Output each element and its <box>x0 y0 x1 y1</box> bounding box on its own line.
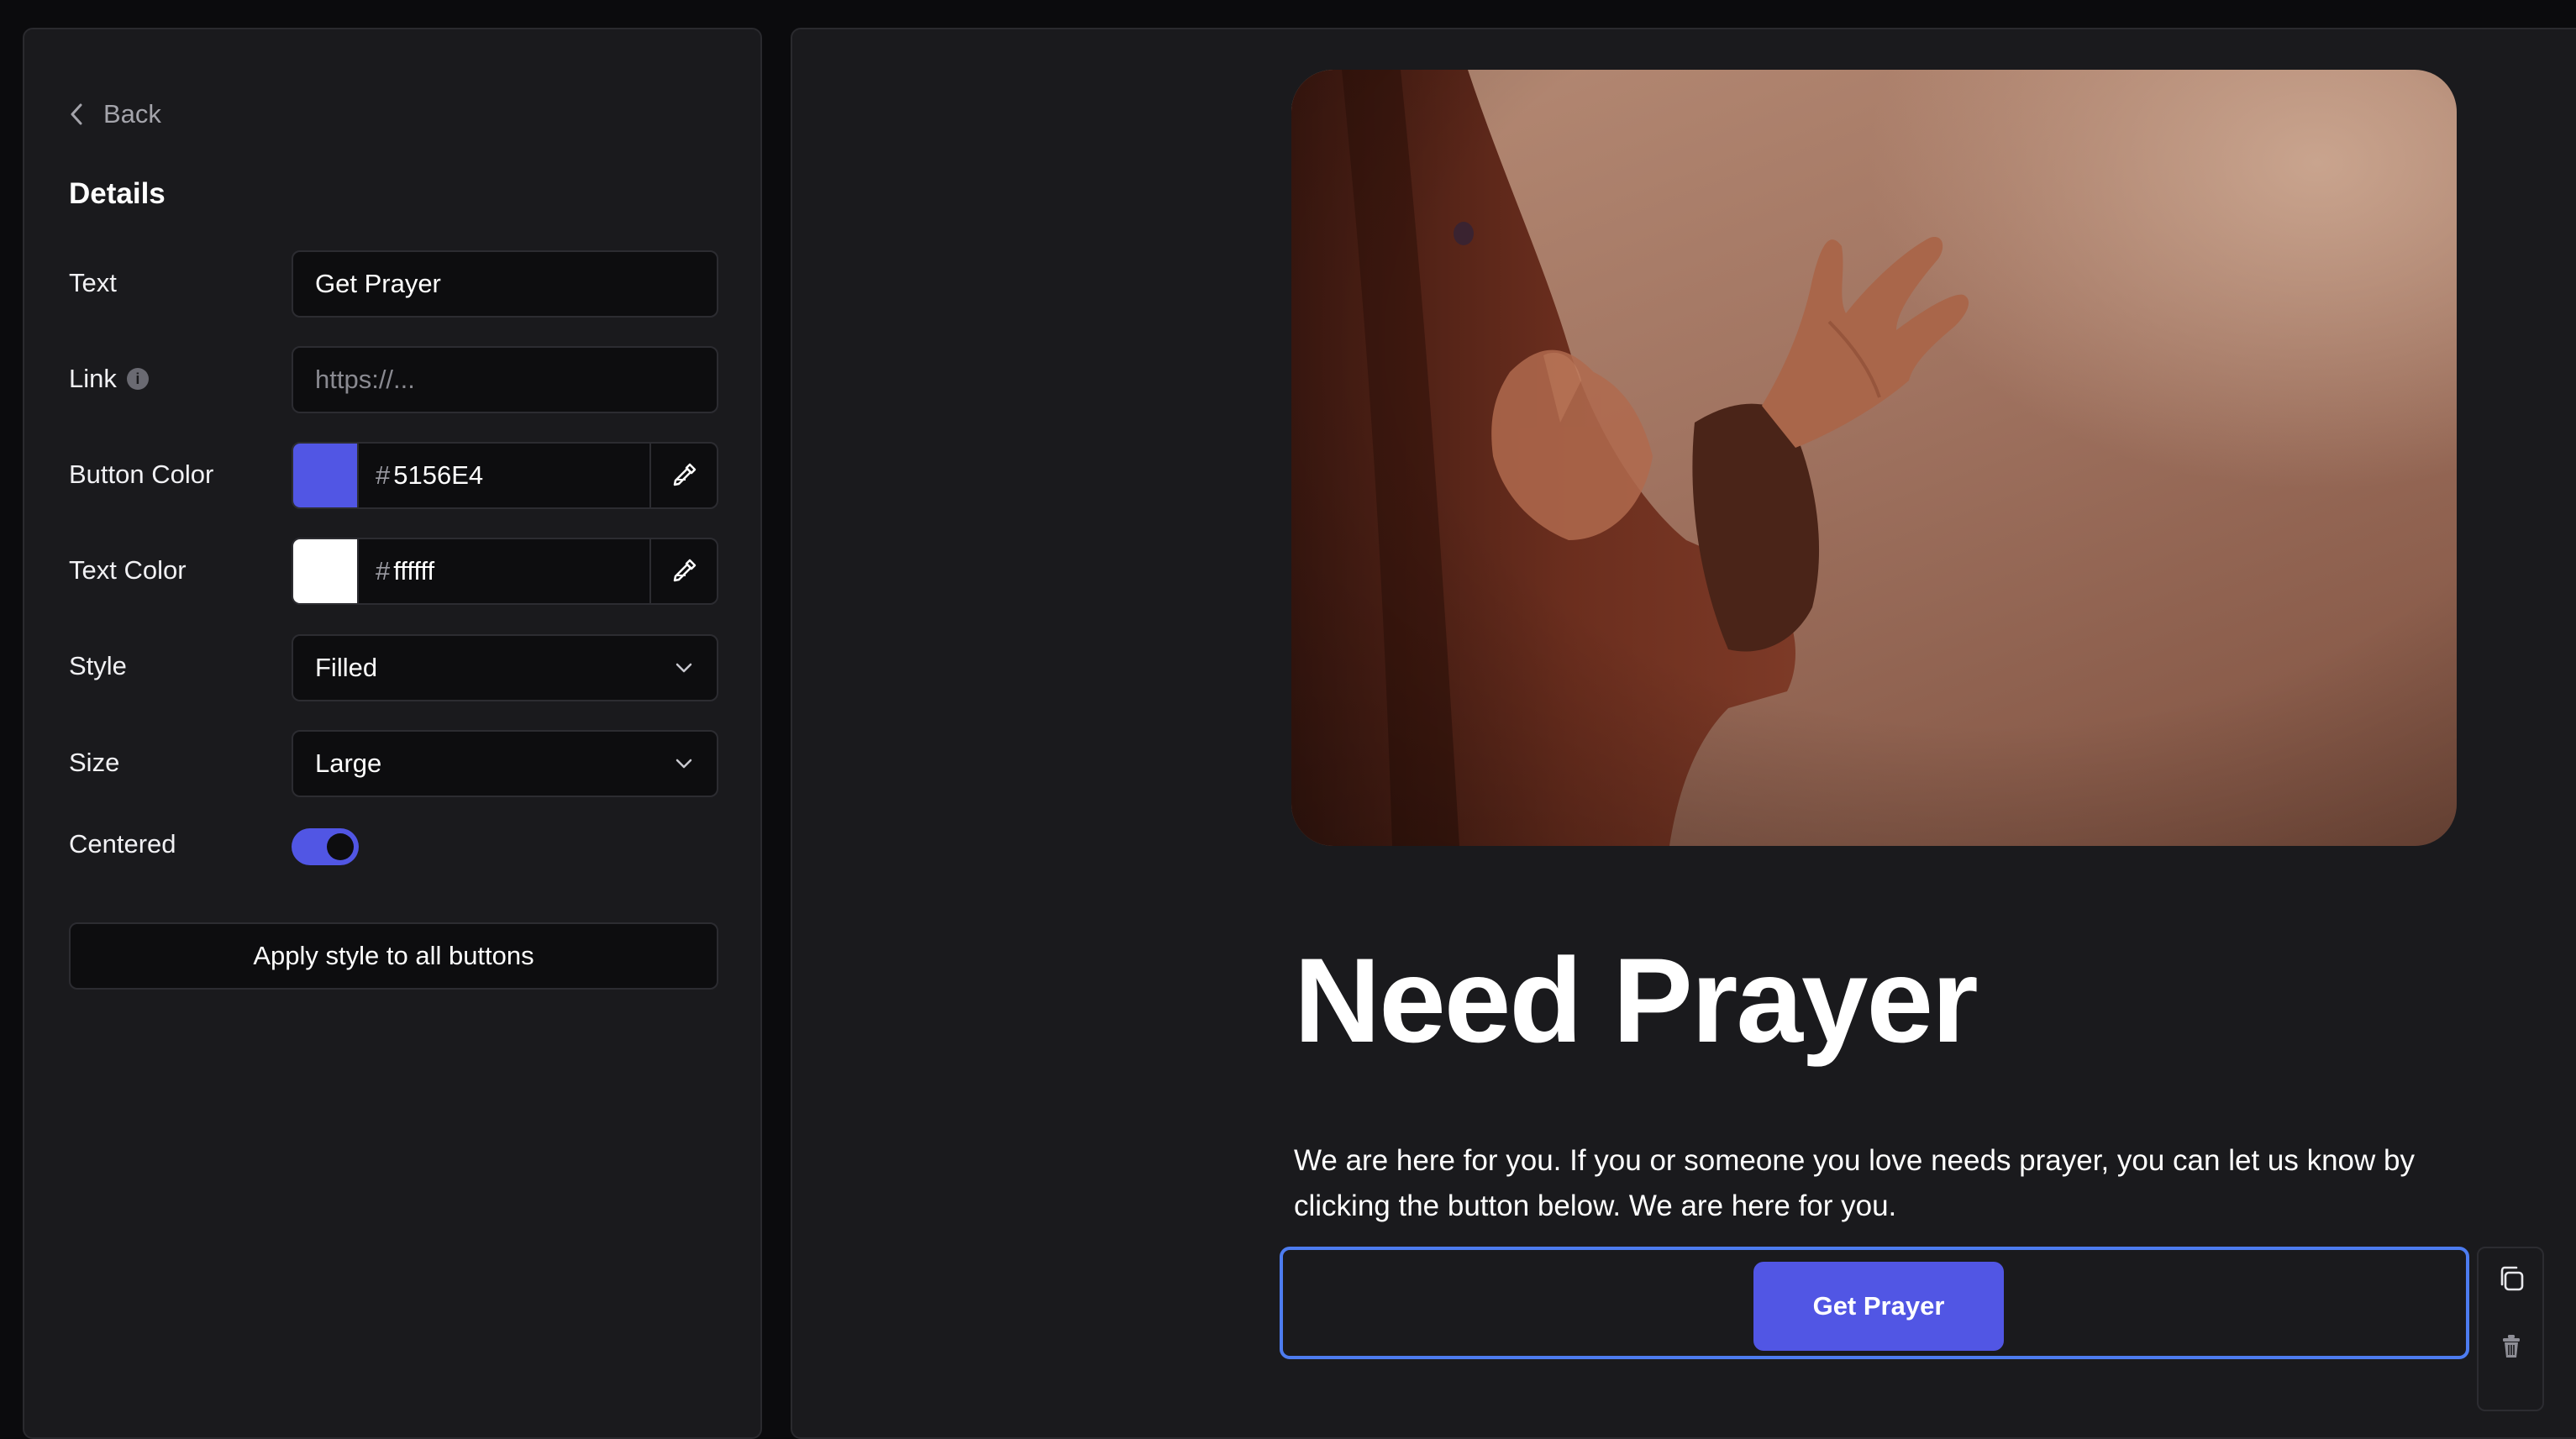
text-color-swatch[interactable] <box>293 539 359 603</box>
page-body-text[interactable]: We are here for you. If you or someone y… <box>1294 1138 2470 1229</box>
button-color-label: Button Color <box>69 460 213 490</box>
text-label-text: Text <box>69 268 117 297</box>
button-color-field: # 5156E4 <box>292 442 718 509</box>
size-label-text: Size <box>69 748 120 777</box>
link-label: Link i <box>69 364 149 394</box>
chevron-down-icon <box>676 759 692 769</box>
text-label: Text <box>69 268 117 298</box>
text-color-label: Text Color <box>69 555 187 586</box>
back-label: Back <box>103 99 161 129</box>
page-headline[interactable]: Need Prayer <box>1294 932 1979 1070</box>
get-prayer-button[interactable]: Get Prayer <box>1753 1262 2004 1351</box>
text-color-value: ffffff <box>393 556 435 586</box>
chevron-down-icon <box>676 663 692 673</box>
button-color-swatch[interactable] <box>293 444 359 507</box>
chevron-left-icon <box>71 103 82 125</box>
style-label: Style <box>69 651 127 681</box>
link-label-text: Link <box>69 364 117 393</box>
button-settings-panel: Back Details Text Link i Button Color # … <box>23 28 762 1439</box>
centered-label: Centered <box>69 829 176 859</box>
eyedropper-icon <box>673 559 697 582</box>
button-color-hex-input[interactable]: # 5156E4 <box>359 444 651 507</box>
text-color-field: # ffffff <box>292 538 718 605</box>
info-icon[interactable]: i <box>126 368 149 390</box>
back-button[interactable]: Back <box>66 85 161 144</box>
hash-prefix: # <box>376 460 391 490</box>
hero-image[interactable] <box>1291 70 2457 846</box>
text-color-hex-input[interactable]: # ffffff <box>359 539 651 603</box>
text-input[interactable] <box>292 250 718 318</box>
style-select[interactable]: Filled <box>292 634 718 701</box>
style-label-text: Style <box>69 651 127 680</box>
apply-style-all-button[interactable]: Apply style to all buttons <box>69 922 718 990</box>
page-preview-canvas: Need Prayer We are here for you. If you … <box>791 28 2576 1439</box>
size-label: Size <box>69 748 119 778</box>
delete-block-button[interactable] <box>2495 1329 2528 1363</box>
hash-prefix: # <box>376 556 391 586</box>
text-color-eyedropper[interactable] <box>651 539 717 603</box>
block-toolbar <box>2477 1247 2544 1411</box>
size-value: Large <box>315 748 382 778</box>
trash-icon <box>2503 1335 2520 1358</box>
eyedropper-icon <box>673 463 697 486</box>
size-select[interactable]: Large <box>292 730 718 797</box>
text-color-label-text: Text Color <box>69 555 187 585</box>
button-color-value: 5156E4 <box>393 460 484 490</box>
toggle-knob <box>327 833 354 860</box>
style-value: Filled <box>315 653 378 682</box>
button-color-label-text: Button Color <box>69 460 214 489</box>
centered-label-text: Centered <box>69 829 176 859</box>
centered-toggle[interactable] <box>292 828 359 865</box>
section-title: Details <box>69 177 166 210</box>
selected-button-block[interactable]: Get Prayer <box>1280 1247 2469 1359</box>
duplicate-block-button[interactable] <box>2495 1262 2528 1295</box>
copy-icon <box>2500 1266 2524 1291</box>
link-input[interactable] <box>292 346 718 413</box>
praying-hands-illustration <box>1291 70 2457 846</box>
button-color-eyedropper[interactable] <box>651 444 717 507</box>
